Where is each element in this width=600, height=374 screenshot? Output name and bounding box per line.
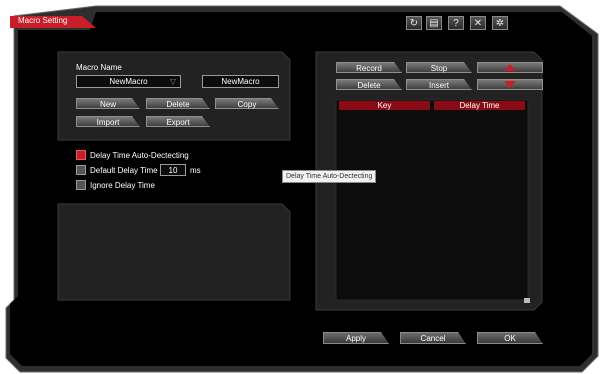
cancel-button[interactable]: Cancel	[400, 332, 466, 344]
import-button[interactable]: Import	[76, 116, 140, 127]
default-delay-input[interactable]: 10	[160, 164, 186, 176]
arrow-down-icon	[504, 81, 516, 88]
record-button[interactable]: Record	[336, 62, 402, 73]
default-delay-label: Default Delay Time	[90, 166, 158, 175]
delete-macro-button[interactable]: Delete	[146, 98, 210, 109]
delay-time-column-header[interactable]: Delay Time	[434, 101, 525, 110]
delete-record-button[interactable]: Delete	[336, 79, 402, 90]
ignore-delay-checkbox[interactable]	[76, 180, 86, 190]
stop-button[interactable]: Stop	[406, 62, 472, 73]
export-button[interactable]: Export	[146, 116, 210, 127]
default-delay-checkbox[interactable]	[76, 165, 86, 175]
record-list[interactable]	[338, 112, 526, 298]
delay-unit-label: ms	[190, 166, 201, 175]
move-up-button[interactable]	[477, 62, 543, 73]
key-column-header[interactable]: Key	[339, 101, 430, 110]
tools-icon[interactable]: ✲	[492, 16, 508, 30]
ignore-delay-label: Ignore Delay Time	[90, 181, 155, 190]
chevron-down-icon: ▽	[169, 77, 176, 86]
arrow-up-icon	[504, 64, 516, 71]
insert-button[interactable]: Insert	[406, 79, 472, 90]
move-down-button[interactable]	[477, 79, 543, 90]
save-icon[interactable]: ▤	[426, 16, 442, 30]
macro-select-value: NewMacro	[109, 77, 148, 86]
help-icon[interactable]: ?	[448, 16, 464, 30]
close-icon[interactable]: ✕	[470, 16, 486, 30]
delay-auto-checkbox[interactable]	[76, 150, 86, 160]
window-title: Macro Setting	[18, 16, 68, 25]
macro-name-label: Macro Name	[76, 63, 122, 72]
copy-button[interactable]: Copy	[215, 98, 279, 109]
macro-select[interactable]: NewMacro ▽	[76, 75, 181, 88]
ok-button[interactable]: OK	[477, 332, 543, 344]
refresh-icon[interactable]: ↻	[406, 16, 422, 30]
apply-button[interactable]: Apply	[323, 332, 389, 344]
macro-name-input[interactable]: NewMacro	[202, 75, 279, 88]
delay-auto-label: Delay Time Auto-Dectecting	[90, 151, 189, 160]
resize-grip-icon[interactable]	[524, 298, 530, 303]
new-button[interactable]: New	[76, 98, 140, 109]
